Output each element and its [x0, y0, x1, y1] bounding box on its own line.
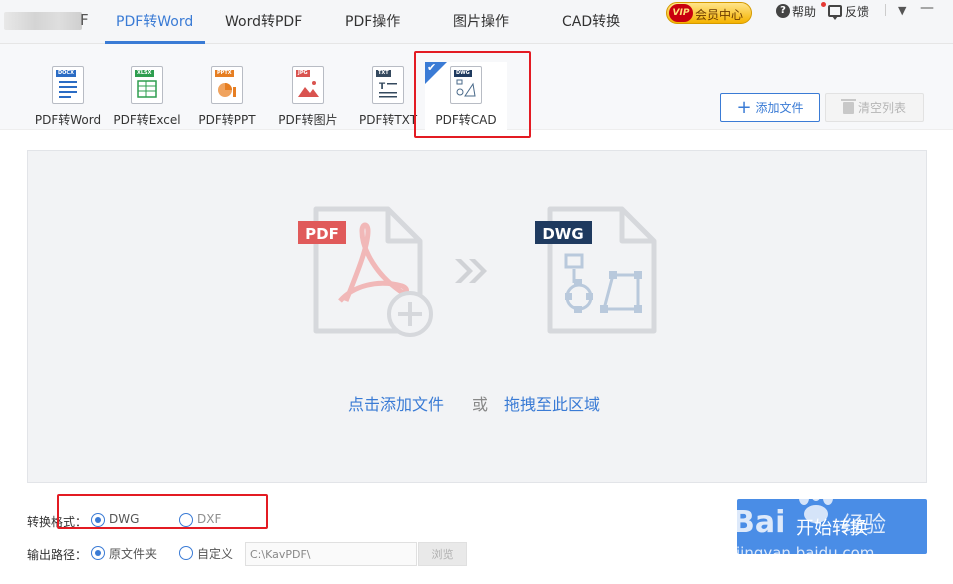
clear-list-button[interactable]: 清空列表 — [825, 93, 924, 122]
tab-pdf-operations[interactable]: PDF操作 — [345, 11, 400, 31]
dwg-badge: DWG — [542, 225, 583, 243]
docx-file-icon: DOCX — [52, 66, 84, 104]
plus-icon: + — [736, 96, 752, 118]
svg-text:jingyan.baidu.com: jingyan.baidu.com — [735, 544, 874, 562]
svg-text:经验: 经验 — [842, 513, 886, 538]
browse-button[interactable]: 浏览 — [418, 542, 467, 566]
app-logo-suffix: F — [80, 11, 89, 29]
convert-arrows-icon — [455, 259, 487, 283]
feedback-button[interactable]: 反馈 — [828, 2, 869, 20]
tool-label: PDF转Word — [34, 113, 102, 127]
output-path-label: 输出路径： — [27, 548, 88, 562]
tool-pdf-to-ppt[interactable]: PPTX PDF转PPT — [185, 62, 269, 130]
output-radio-custom[interactable] — [179, 546, 193, 560]
tool-label: PDF转Excel — [113, 113, 181, 127]
help-button[interactable]: ? 帮助 — [776, 2, 816, 20]
help-label: 帮助 — [792, 4, 817, 19]
click-add-file-link[interactable]: 点击添加文件 — [348, 391, 444, 415]
tool-label: PDF转图片 — [278, 113, 338, 127]
vip-crown-icon: VIP — [669, 4, 693, 22]
conversion-illustration: PDF DWG — [298, 206, 657, 337]
help-icon: ? — [776, 4, 790, 18]
or-separator: 或 — [472, 395, 489, 414]
dwg-document-icon: DWG — [535, 206, 657, 334]
add-file-button[interactable]: + 添加文件 — [720, 93, 820, 122]
add-file-label: 添加文件 — [755, 101, 804, 115]
vip-center-button[interactable]: VIP 会员中心 — [666, 2, 752, 24]
vip-center-label: 会员中心 — [695, 8, 744, 22]
menu-dropdown-icon[interactable]: ▼ — [898, 4, 906, 17]
tab-pdf-to-word[interactable]: PDF转Word — [116, 11, 193, 31]
drag-here-text: 拖拽至此区域 — [504, 395, 601, 414]
output-radio-original[interactable] — [91, 546, 105, 560]
tool-label: PDF转PPT — [198, 113, 256, 127]
notification-dot — [821, 2, 826, 7]
txt-file-icon: TXT T — [372, 66, 404, 104]
svg-text:T: T — [379, 82, 386, 92]
highlight-box-format — [57, 494, 268, 529]
tab-word-to-pdf[interactable]: Word转PDF — [225, 11, 302, 31]
tool-pdf-to-word[interactable]: DOCX PDF转Word — [26, 62, 110, 130]
tool-pdf-to-excel[interactable]: XLSX PDF转Excel — [105, 62, 189, 130]
output-path-field[interactable] — [245, 542, 417, 566]
xlsx-file-icon: XLSX — [131, 66, 163, 104]
minimize-icon[interactable]: — — [920, 0, 934, 16]
tab-cad-convert[interactable]: CAD转换 — [562, 11, 620, 31]
app-logo — [4, 12, 82, 30]
svg-text:Bai: Bai — [732, 505, 785, 540]
tool-pdf-to-image[interactable]: JPG PDF转图片 — [266, 62, 350, 130]
top-nav-bar: F PDF转Word Word转PDF PDF操作 图片操作 CAD转换 VIP… — [0, 0, 953, 44]
file-drop-zone[interactable]: PDF DWG 点击添加文件 或 拖拽至此区域 — [27, 150, 927, 483]
feedback-label: 反馈 — [845, 4, 870, 19]
title-divider — [885, 4, 886, 16]
output-option-original-folder: 原文件夹 — [109, 547, 158, 561]
clear-list-label: 清空列表 — [857, 101, 906, 115]
tab-image-operations[interactable]: 图片操作 — [453, 11, 509, 31]
baidu-watermark: Bai 经验 jingyan.baidu.com — [732, 487, 886, 562]
output-option-custom: 自定义 — [197, 547, 234, 561]
trash-icon — [840, 98, 856, 114]
feedback-icon — [828, 5, 842, 20]
highlight-box-cad-tool — [414, 51, 531, 138]
pdf-badge: PDF — [305, 225, 339, 243]
jpg-file-icon: JPG — [292, 66, 324, 104]
pptx-file-icon: PPTX — [211, 66, 243, 104]
pdf-document-icon: PDF — [298, 206, 433, 337]
